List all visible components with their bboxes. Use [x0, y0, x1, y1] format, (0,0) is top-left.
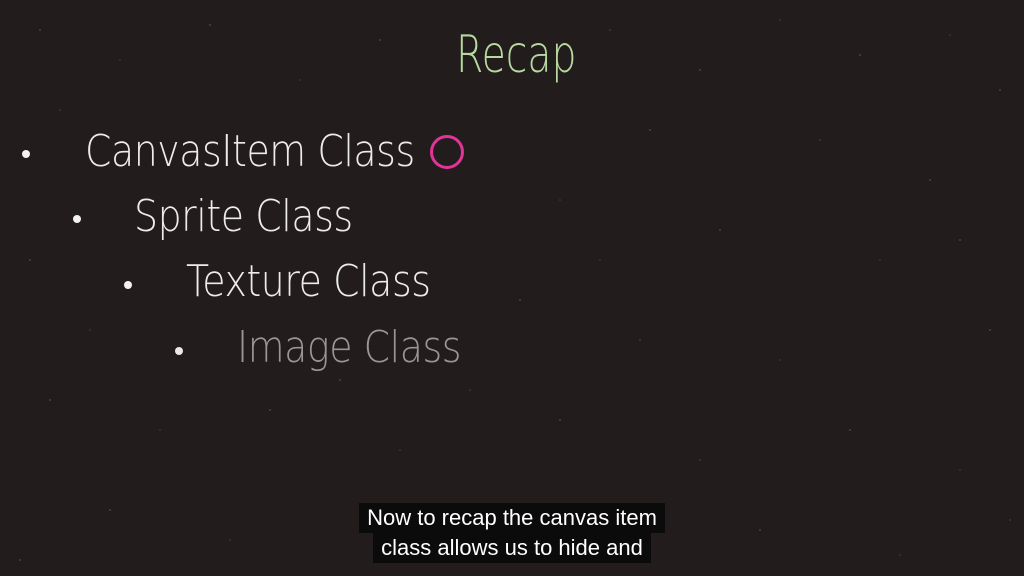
bullet-dot — [175, 347, 183, 355]
slide-title: Recap — [452, 14, 582, 114]
bullet-dot — [124, 281, 132, 289]
slide-title-text: Recap — [456, 24, 577, 85]
pointer-circle-icon — [430, 135, 464, 169]
caption-line-1: Now to recap the canvas item — [359, 503, 665, 533]
bullet-dot — [22, 150, 30, 158]
bullet-label: Texture Class — [186, 256, 431, 307]
video-frame: Recap CanvasItem Class Sprite Class Text… — [0, 0, 1024, 576]
bullet-dot — [73, 215, 81, 223]
subtitle-caption: Now to recap the canvas item class allow… — [0, 503, 1024, 563]
bullet-label: CanvasItem Class — [85, 126, 415, 177]
bullet-label: Sprite Class — [134, 191, 353, 242]
bullet-label: Image Class — [237, 322, 462, 373]
caption-line-2: class allows us to hide and — [373, 533, 651, 563]
